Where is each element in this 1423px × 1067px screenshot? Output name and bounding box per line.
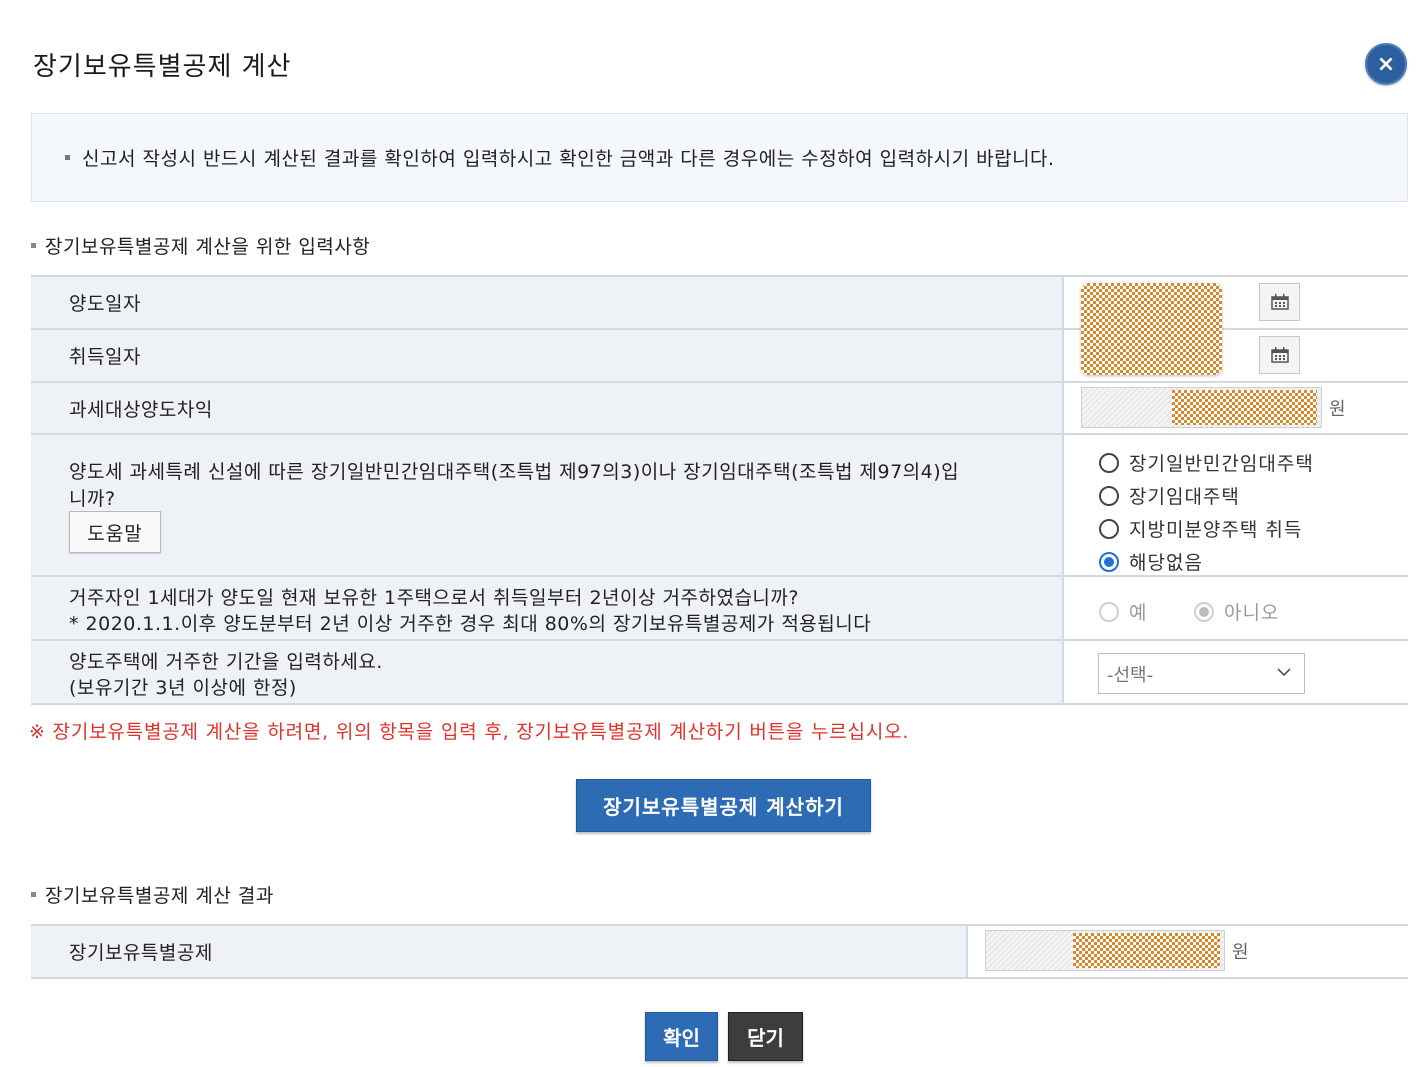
radio-button[interactable] xyxy=(1099,518,1119,539)
residence-no-label: 아니오 xyxy=(1224,602,1280,624)
radio-button[interactable] xyxy=(1099,551,1119,572)
result-section-title: 장기보유특별공제 계산 결과 xyxy=(31,881,274,908)
row-residence-question: 거주자인 1세대가 양도일 현재 보유한 1주택으로서 취득일부터 2년이상 거… xyxy=(31,577,1408,641)
rental-options: 장기일반민간임대주택장기임대주택지방미분양주택 취득해당없음 xyxy=(1081,435,1408,575)
residence-options: 예 아니오 xyxy=(1081,577,1408,639)
row-residence-period: 양도주택에 거주한 기간을 입력하세요. (보유기간 3년 이상에 한정) -선… xyxy=(31,641,1408,705)
calendar-icon[interactable] xyxy=(1259,336,1300,374)
ok-button[interactable]: 확인 xyxy=(645,1012,718,1061)
section-title-text: 장기보유특별공제 계산 결과 xyxy=(45,885,274,907)
acquisition-date-label: 취득일자 xyxy=(31,330,1064,381)
rental-option[interactable]: 해당없음 xyxy=(1099,548,1203,575)
residence-period-text-2: (보유기간 3년 이상에 한정) xyxy=(69,677,297,699)
taxable-gain-input[interactable] xyxy=(1081,387,1322,428)
radio-button[interactable] xyxy=(1099,452,1119,473)
won-unit: 원 xyxy=(1232,942,1249,963)
residence-question-label: 거주자인 1세대가 양도일 현재 보유한 1주택으로서 취득일부터 2년이상 거… xyxy=(31,577,1064,639)
taxable-gain-value: 원 xyxy=(1081,383,1408,433)
notice-text: 신고서 작성시 반드시 계산된 결과를 확인하여 입력하시고 확인한 금액과 다… xyxy=(82,148,1055,170)
result-label-text: 장기보유특별공제 xyxy=(69,942,213,964)
rental-option[interactable]: 장기임대주택 xyxy=(1099,482,1240,509)
radio-yes[interactable] xyxy=(1099,601,1119,622)
dialog-title: 장기보유특별공제 계산 xyxy=(33,52,292,82)
calendar-icon[interactable] xyxy=(1259,283,1300,321)
taxable-gain-masked xyxy=(1172,390,1317,425)
rental-question-text-2: 니까? xyxy=(69,488,116,510)
result-input xyxy=(985,930,1225,971)
residence-period-text-1: 양도주택에 거주한 기간을 입력하세요. xyxy=(69,651,383,673)
transfer-date-input[interactable] xyxy=(1081,283,1222,375)
input-section-title: 장기보유특별공제 계산을 위한 입력사항 xyxy=(31,232,370,259)
rental-option-label: 해당없음 xyxy=(1129,552,1203,574)
help-button[interactable]: 도움말 xyxy=(69,511,161,553)
rental-option-label: 장기일반민간임대주택 xyxy=(1129,453,1314,475)
taxable-gain-label: 과세대상양도차익 xyxy=(31,383,1064,433)
rental-question-text-1: 양도세 과세특례 신설에 따른 장기일반민간임대주택(조특법 제97의3)이나 … xyxy=(69,461,960,483)
row-result: 장기보유특별공제 원 xyxy=(31,926,1408,979)
bullet-icon xyxy=(65,155,70,160)
residence-yes-option[interactable]: 예 xyxy=(1099,598,1147,625)
close-icon[interactable]: × xyxy=(1365,43,1407,85)
row-taxable-gain: 과세대상양도차익 원 xyxy=(31,383,1408,435)
transfer-date-label-text: 양도일자 xyxy=(69,293,141,315)
chevron-down-icon xyxy=(1277,668,1291,677)
result-label: 장기보유특별공제 xyxy=(31,926,968,977)
rental-option-label: 지방미분양주택 취득 xyxy=(1129,519,1303,541)
result-value: 원 xyxy=(985,926,1408,977)
taxable-gain-label-text: 과세대상양도차익 xyxy=(69,398,213,421)
rental-question-label: 양도세 과세특례 신설에 따른 장기일반민간임대주택(조특법 제97의3)이나 … xyxy=(31,435,1064,575)
residence-period-label: 양도주택에 거주한 기간을 입력하세요. (보유기간 3년 이상에 한정) xyxy=(31,641,1064,703)
warning-text: ※ 장기보유특별공제 계산을 하려면, 위의 항목을 입력 후, 장기보유특별공… xyxy=(29,721,910,743)
residence-period-select[interactable]: -선택- xyxy=(1098,653,1305,694)
row-rental-question: 양도세 과세특례 신설에 따른 장기일반민간임대주택(조특법 제97의3)이나 … xyxy=(31,435,1408,577)
rental-option-label: 장기임대주택 xyxy=(1129,486,1240,508)
select-value: -선택- xyxy=(1107,664,1154,686)
won-unit: 원 xyxy=(1329,399,1346,420)
bullet-icon xyxy=(31,243,36,248)
section-title-text: 장기보유특별공제 계산을 위한 입력사항 xyxy=(45,236,371,258)
acquisition-date-label-text: 취득일자 xyxy=(69,346,141,368)
calculate-button[interactable]: 장기보유특별공제 계산하기 xyxy=(576,779,871,832)
close-button[interactable]: 닫기 xyxy=(728,1012,803,1061)
residence-question-text-2: * 2020.1.1.이후 양도분부터 2년 이상 거주한 경우 최대 80%의… xyxy=(69,613,872,635)
radio-no[interactable] xyxy=(1194,601,1214,622)
residence-no-option[interactable]: 아니오 xyxy=(1194,598,1279,625)
bullet-icon xyxy=(31,892,36,897)
residence-yes-label: 예 xyxy=(1129,602,1148,624)
radio-button[interactable] xyxy=(1099,485,1119,506)
residence-period-value: -선택- xyxy=(1081,641,1408,703)
rental-option[interactable]: 지방미분양주택 취득 xyxy=(1099,515,1302,542)
result-masked xyxy=(1073,933,1220,968)
transfer-date-label: 양도일자 xyxy=(31,277,1064,328)
residence-question-text-1: 거주자인 1세대가 양도일 현재 보유한 1주택으로서 취득일부터 2년이상 거… xyxy=(69,587,799,609)
notice-box: 신고서 작성시 반드시 계산된 결과를 확인하여 입력하시고 확인한 금액과 다… xyxy=(31,113,1408,202)
rental-option[interactable]: 장기일반민간임대주택 xyxy=(1099,449,1314,476)
